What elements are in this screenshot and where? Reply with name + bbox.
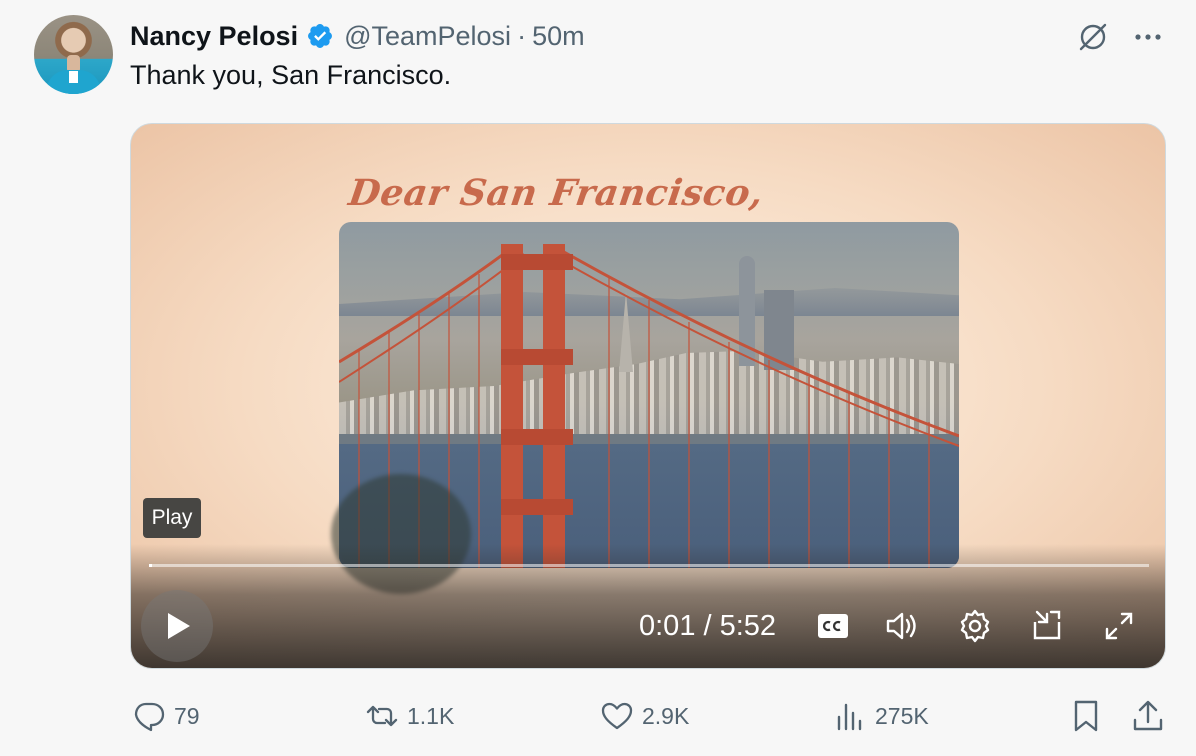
retweet-count: 1.1K xyxy=(407,702,455,729)
tower-beam xyxy=(501,254,573,270)
fullscreen-icon[interactable] xyxy=(1101,608,1137,644)
like-count: 2.9K xyxy=(642,702,690,729)
analytics-bars-icon xyxy=(837,703,862,731)
controls-overlay xyxy=(131,544,1165,668)
share-icon[interactable] xyxy=(1130,698,1166,734)
progress-fill xyxy=(149,564,152,567)
video-title-text: Dear San Francisco, xyxy=(346,172,767,214)
view-count: 275K xyxy=(875,702,929,729)
play-icon xyxy=(168,613,190,639)
author-name[interactable]: Nancy Pelosi xyxy=(130,21,298,52)
tweet-action-bar: 79 1.1K 2.9K 275K xyxy=(0,692,1196,744)
tweet-header: Nancy Pelosi @TeamPelosi · 50m xyxy=(130,18,585,54)
reply-count: 79 xyxy=(174,702,200,729)
like-button[interactable]: 2.9K xyxy=(600,698,689,734)
reply-button[interactable]: 79 xyxy=(132,698,200,734)
tower-leg xyxy=(543,244,565,568)
play-button[interactable] xyxy=(141,590,213,662)
avatar[interactable] xyxy=(34,15,113,94)
video-player[interactable]: Dear San Francisco, Play 0:01 / 5:52 xyxy=(130,123,1166,669)
reply-icon xyxy=(134,702,165,732)
cc-icon[interactable] xyxy=(815,608,851,644)
heart-icon xyxy=(601,702,633,730)
picture-in-picture-icon[interactable] xyxy=(1029,608,1065,644)
grok-icon[interactable] xyxy=(1076,20,1110,54)
volume-icon[interactable] xyxy=(883,608,919,644)
verified-badge-icon[interactable] xyxy=(306,22,334,50)
more-options-icon[interactable] xyxy=(1130,22,1166,52)
settings-gear-icon[interactable] xyxy=(957,608,993,644)
tower-leg xyxy=(501,244,523,568)
play-tooltip: Play xyxy=(143,498,201,538)
retweet-icon xyxy=(366,705,398,727)
bookmark-icon[interactable] xyxy=(1068,698,1104,734)
tower-beam xyxy=(501,349,573,365)
tweet-text: Thank you, San Francisco. xyxy=(130,60,452,90)
author-handle[interactable]: @TeamPelosi xyxy=(344,21,511,52)
views-button[interactable]: 275K xyxy=(833,698,929,734)
tower-beam xyxy=(501,429,573,445)
bridge-tower xyxy=(501,244,573,568)
time-readout: 0:01 / 5:52 xyxy=(639,610,777,642)
avatar-collar xyxy=(69,71,78,83)
progress-bar[interactable] xyxy=(149,564,1149,567)
retweet-button[interactable]: 1.1K xyxy=(365,698,454,734)
tower-beam xyxy=(501,499,573,515)
timestamp[interactable]: 50m xyxy=(532,21,585,52)
separator-dot: · xyxy=(517,20,527,51)
